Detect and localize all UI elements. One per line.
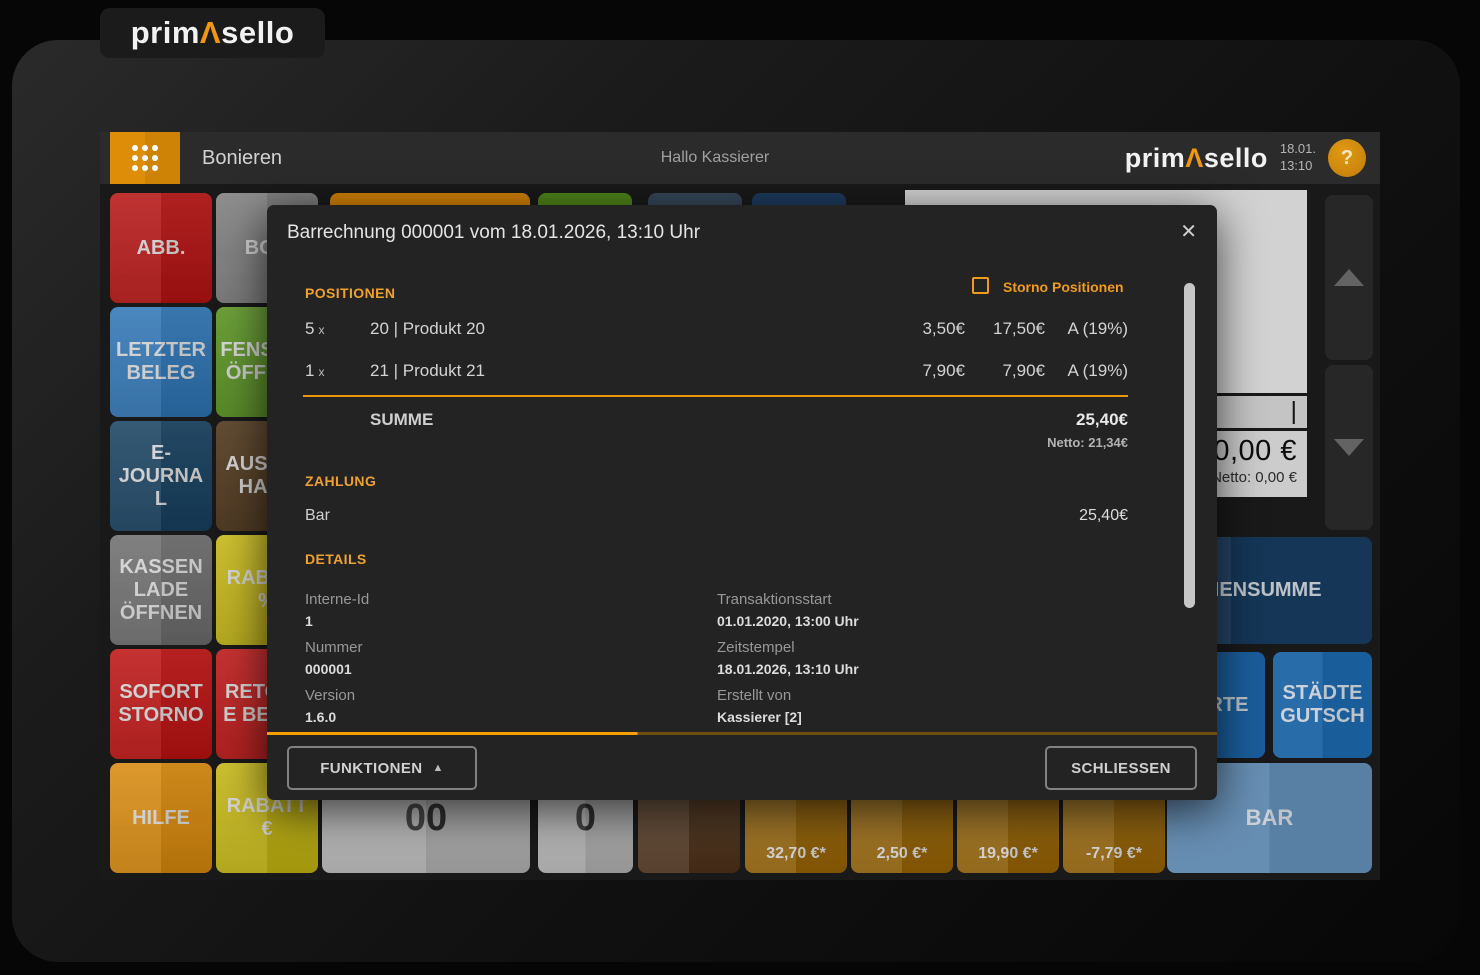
positions-section-label: POSITIONEN <box>305 285 396 301</box>
functions-button[interactable]: FUNKTIONEN ▲ <box>287 746 477 790</box>
detail-key: Interne-Id <box>305 591 370 608</box>
brand-logo: primΛsello <box>130 15 295 50</box>
brand-lambda-icon: Λ <box>199 15 222 50</box>
detail-value: Kassierer [2] <box>717 709 802 725</box>
arrow-down-icon <box>1334 439 1364 456</box>
sidebar-button-e-journal[interactable]: E-JOURNAL <box>110 421 212 531</box>
text-cursor: | <box>1290 397 1298 425</box>
brand-lambda-icon: Λ <box>1185 142 1204 173</box>
payment-method: Bar <box>305 507 330 524</box>
receipt-detail-modal: Barrechnung 000001 vom 18.01.2026, 13:10… <box>267 205 1217 800</box>
payment-amount: 25,40€ <box>1079 507 1128 524</box>
position-name: 20 | Produkt 20 <box>370 319 485 338</box>
position-name: 21 | Produkt 21 <box>370 361 485 380</box>
scroll-down-button[interactable] <box>1325 365 1373 530</box>
detail-value: 18.01.2026, 13:10 Uhr <box>717 661 859 677</box>
date-label: 18.01. <box>1279 141 1316 157</box>
detail-value: 000001 <box>305 661 352 677</box>
position-unit-price: 7,90€ <box>922 361 965 380</box>
modal-footer-progress-line <box>267 732 1217 735</box>
detail-value: 1.6.0 <box>305 709 337 725</box>
position-row: 1x 21 | Produkt 21 7,90€ 7,90€ A (19%) <box>267 350 1217 392</box>
question-icon: ? <box>1340 146 1354 169</box>
position-row: 5x 20 | Produkt 20 3,50€ 17,50€ A (19%) <box>267 308 1217 350</box>
detail-key: Nummer <box>305 639 363 656</box>
sum-label: SUMME <box>370 410 434 429</box>
detail-value: 1 <box>305 613 313 629</box>
schliessen-button[interactable]: SCHLIESSEN <box>1045 746 1197 790</box>
scroll-up-button[interactable] <box>1325 195 1373 360</box>
sum-value: 25,40€ <box>1076 410 1128 429</box>
close-icon[interactable]: ✕ <box>1180 219 1197 244</box>
storno-positions-label[interactable]: Storno Positionen <box>1003 279 1124 295</box>
sidebar-button-hilfe[interactable]: HILFE <box>110 763 212 873</box>
sidebar-button-letzter-beleg[interactable]: LETZTER BELEG <box>110 307 212 417</box>
triangle-up-icon: ▲ <box>432 762 444 774</box>
storno-positions-checkbox[interactable] <box>972 277 989 294</box>
detail-value: 01.01.2020, 13:00 Uhr <box>717 613 859 629</box>
time-label: 13:10 <box>1279 158 1313 173</box>
position-total: 17,50€ <box>993 319 1045 338</box>
position-total: 7,90€ <box>1002 361 1045 380</box>
staedte-gutschein-button[interactable]: STÄDTE GUTSCH <box>1273 652 1372 758</box>
screen: primΛsello Bonieren Hallo Kassierer prim… <box>0 0 1480 975</box>
sum-netto: Netto: 21,34€ <box>1047 435 1128 450</box>
position-tax: A (19%) <box>1067 361 1128 380</box>
brand-logo-header: primΛsello <box>1124 142 1268 173</box>
details-section-label: DETAILS <box>305 551 367 567</box>
datetime-display: 18.01. 13:10 <box>1280 141 1316 175</box>
sidebar-button-sofort-storno[interactable]: SOFORT STORNO <box>110 649 212 759</box>
sidebar-button-abbrechen[interactable]: ABB. <box>110 193 212 303</box>
position-tax: A (19%) <box>1067 319 1128 338</box>
sidebar-button-kassenlade-oeffnen[interactable]: KASSENLADE ÖFFNEN <box>110 535 212 645</box>
modal-title: Barrechnung 000001 vom 18.01.2026, 13:10… <box>287 222 701 243</box>
pos-app: Bonieren Hallo Kassierer primΛsello 18.0… <box>100 132 1380 880</box>
detail-key: Zeitstempel <box>717 639 795 656</box>
detail-key: Transaktionsstart <box>717 591 832 608</box>
header-right: primΛsello 18.01. 13:10 ? <box>1125 132 1366 184</box>
detail-key: Version <box>305 687 356 704</box>
positions-divider <box>303 395 1128 397</box>
arrow-up-icon <box>1334 269 1364 286</box>
payment-section-label: ZAHLUNG <box>305 473 377 489</box>
brand-logo-tab: primΛsello <box>100 8 325 58</box>
position-unit-price: 3,50€ <box>922 319 965 338</box>
help-button[interactable]: ? <box>1328 139 1366 177</box>
detail-key: Erstellt von <box>717 687 792 704</box>
header-bar: Bonieren Hallo Kassierer primΛsello 18.0… <box>100 132 1380 184</box>
